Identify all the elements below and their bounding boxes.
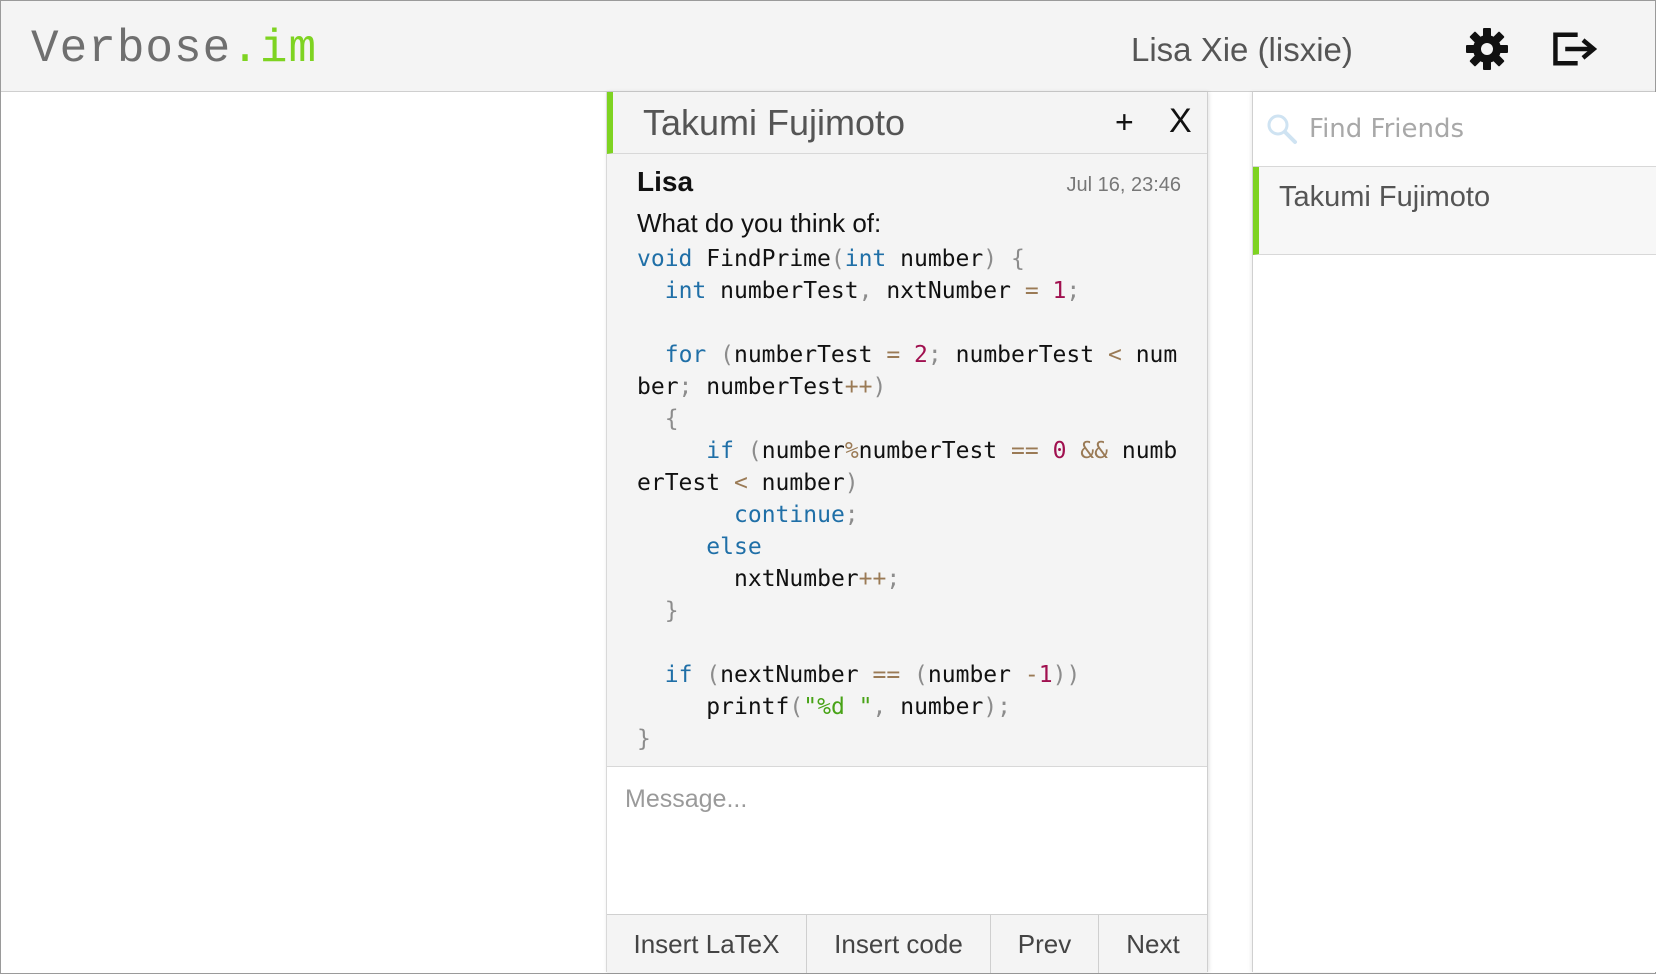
message-input[interactable] (607, 767, 1207, 915)
logo-name: Verbose (31, 23, 232, 75)
friend-item[interactable]: Takumi Fujimoto (1253, 167, 1656, 255)
prev-button[interactable]: Prev (991, 915, 1099, 973)
app-logo[interactable]: Verbose.im (31, 23, 317, 75)
friend-name: Takumi Fujimoto (1279, 181, 1491, 213)
chat-window: Takumi Fujimoto + X Lisa Jul 16, 23:46 W… (606, 92, 1208, 973)
close-chat-button[interactable]: X (1169, 102, 1192, 141)
message-code-block: void FindPrime(int number) { int numberT… (637, 246, 1178, 752)
find-friends-input[interactable] (1307, 106, 1641, 152)
search-icon (1267, 114, 1297, 144)
top-bar: Verbose.im Lisa Xie (lisxie) (1, 1, 1655, 92)
friend-search (1253, 92, 1656, 167)
gear-icon (1466, 28, 1508, 70)
chat-header: Takumi Fujimoto + X (607, 92, 1207, 154)
chat-message: Lisa Jul 16, 23:46 What do you think of:… (637, 166, 1181, 755)
chat-title: Takumi Fujimoto (643, 102, 906, 143)
logout-button[interactable] (1551, 25, 1599, 73)
logo-dot: . (231, 23, 260, 75)
compose-area (607, 766, 1207, 915)
message-text: What do you think of: (637, 208, 882, 238)
insert-latex-button[interactable]: Insert LaTeX (607, 915, 807, 973)
current-user-name[interactable]: Lisa Xie (lisxie) (1131, 31, 1353, 69)
message-timestamp: Jul 16, 23:46 (1066, 174, 1181, 196)
compose-toolbar: Insert LaTeX Insert code Prev Next (607, 914, 1207, 973)
logout-icon (1553, 32, 1598, 66)
friends-panel: Takumi Fujimoto (1252, 92, 1656, 972)
next-button[interactable]: Next (1099, 915, 1207, 973)
logo-tld: im (259, 23, 318, 75)
add-participant-button[interactable]: + (1115, 104, 1134, 141)
insert-code-button[interactable]: Insert code (807, 915, 991, 973)
settings-button[interactable] (1463, 25, 1511, 73)
